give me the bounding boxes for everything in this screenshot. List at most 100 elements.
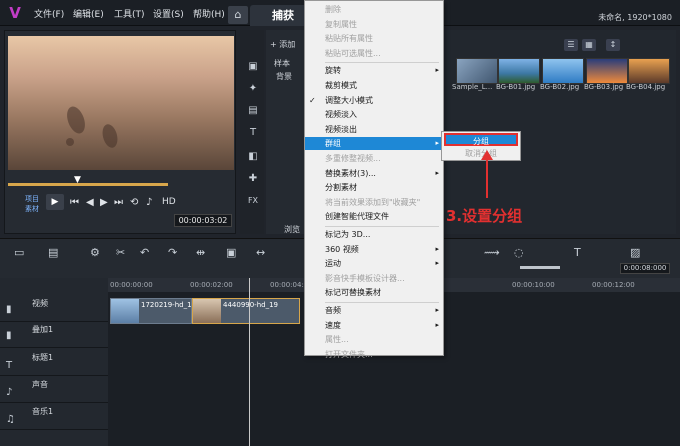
menu-settings[interactable]: 设置(S) bbox=[153, 7, 184, 20]
end-button[interactable]: ⏭ bbox=[114, 197, 123, 208]
track-voice[interactable]: ♪ 声音 bbox=[0, 377, 108, 403]
track-title[interactable]: T 标题1 bbox=[0, 350, 108, 376]
track-name: 标题1 bbox=[32, 353, 54, 362]
thumb-sample[interactable] bbox=[456, 58, 498, 84]
rotate-icon[interactable]: ◌ bbox=[514, 246, 524, 259]
zoom-slider[interactable] bbox=[520, 266, 560, 269]
title-track-icon: T bbox=[6, 360, 13, 371]
mode-clip[interactable]: 素材 bbox=[25, 204, 39, 214]
scrub-handle[interactable]: ▼ bbox=[74, 175, 81, 185]
submenu-arrow-icon: ▸ bbox=[435, 168, 439, 177]
timeline-view-icon[interactable]: ▤ bbox=[48, 246, 58, 259]
hd-button[interactable]: HD bbox=[162, 197, 176, 207]
submenu-group[interactable]: 分组 bbox=[444, 133, 518, 146]
timeline-timecode[interactable]: 0:00:08:000 bbox=[620, 263, 670, 274]
prev-frame-button[interactable]: ◀ bbox=[86, 197, 94, 208]
undo-icon[interactable]: ↶ bbox=[140, 246, 149, 259]
fx-icon[interactable]: FX bbox=[246, 194, 260, 208]
context-menu-item[interactable]: 运动 ▸ bbox=[305, 257, 443, 270]
thumb-bg-b02[interactable] bbox=[542, 58, 584, 84]
title-tool-icon[interactable]: T bbox=[574, 246, 581, 259]
title-icon[interactable]: T bbox=[246, 126, 260, 140]
context-menu-item[interactable]: 群组 ▸ bbox=[305, 137, 443, 151]
fit-icon[interactable]: ↔ bbox=[256, 246, 265, 259]
instant-project-icon[interactable]: ▤ bbox=[246, 104, 260, 118]
add-folder-label: 添加 bbox=[279, 40, 296, 49]
grid-view-icon[interactable]: ▦ bbox=[582, 39, 596, 51]
context-menu-item[interactable]: 影音快手模板设计器... bbox=[305, 272, 443, 285]
list-view-icon[interactable]: ☰ bbox=[564, 39, 578, 51]
sort-icon[interactable]: ↕ bbox=[606, 39, 620, 51]
context-menu-item[interactable]: 属性... bbox=[305, 333, 443, 346]
context-menu-item[interactable]: 创建智能代理文件 bbox=[305, 210, 443, 223]
menu-help[interactable]: 帮助(H) bbox=[193, 7, 225, 20]
storyboard-view-icon[interactable]: ▭ bbox=[14, 246, 24, 259]
context-menu-item[interactable]: 速度 ▸ bbox=[305, 319, 443, 332]
browse-button[interactable]: 浏览 bbox=[284, 224, 300, 235]
track-name: 视频 bbox=[32, 299, 48, 308]
context-menu-item[interactable]: 删除 bbox=[305, 3, 443, 16]
add-folder-button[interactable]: + 添加 bbox=[270, 39, 295, 50]
context-menu-item[interactable]: 将当前效果添加到"收藏夹" bbox=[305, 196, 443, 209]
context-menu-item[interactable]: 调整大小模式 ✓ bbox=[305, 94, 443, 107]
context-menu-item[interactable]: 标记可替换素材 bbox=[305, 286, 443, 299]
video-track-icon: ▮ bbox=[6, 304, 12, 315]
effect-icon[interactable]: ✚ bbox=[246, 172, 260, 186]
transition-icon[interactable]: ✦ bbox=[246, 82, 260, 96]
context-menu-item[interactable]: 分割素材 bbox=[305, 181, 443, 194]
submenu-arrow-icon: ▸ bbox=[435, 244, 439, 253]
context-menu-item[interactable]: 替换素材(3)... ▸ bbox=[305, 167, 443, 180]
menu-edit[interactable]: 编辑(E) bbox=[73, 7, 104, 20]
play-button[interactable]: ▶ bbox=[46, 194, 64, 210]
redo-icon[interactable]: ↷ bbox=[168, 246, 177, 259]
track-music[interactable]: ♫ 音乐1 bbox=[0, 404, 108, 430]
submenu-arrow-icon: ▸ bbox=[435, 306, 439, 314]
mask-icon[interactable]: ▨ bbox=[630, 246, 640, 259]
context-menu-item-label: 360 视频 bbox=[325, 244, 359, 254]
scissors-icon[interactable]: ✂ bbox=[116, 246, 125, 259]
context-menu-item[interactable]: 视频淡出 bbox=[305, 123, 443, 136]
mode-project[interactable]: 项目 bbox=[25, 194, 39, 204]
next-frame-button[interactable]: ▶ bbox=[100, 197, 108, 208]
context-menu-item[interactable]: 360 视频 ▸ bbox=[305, 243, 443, 256]
folder-background[interactable]: 背景 bbox=[276, 71, 292, 82]
thumb-bg-b03[interactable] bbox=[586, 58, 628, 84]
context-menu-item[interactable]: 多重修整视频... bbox=[305, 152, 443, 165]
toolbar-icon[interactable]: ⚙ bbox=[90, 246, 100, 259]
home-icon[interactable]: ⌂ bbox=[228, 6, 248, 24]
context-menu-item[interactable]: 复制属性 bbox=[305, 18, 443, 31]
track-video[interactable]: ▮ 视频 bbox=[0, 296, 108, 322]
clip-label: 4440990-hd_19 bbox=[223, 301, 278, 309]
motion-icon[interactable]: ⟿ bbox=[484, 246, 500, 259]
context-menu-item[interactable]: 标记为 3D... bbox=[305, 228, 443, 241]
repeat-icon[interactable]: ⟲ bbox=[130, 197, 138, 208]
clip-2[interactable]: 4440990-hd_19 bbox=[192, 298, 300, 324]
menu-tools[interactable]: 工具(T) bbox=[114, 7, 145, 20]
context-menu-item[interactable]: 旋转 ▸ bbox=[305, 64, 443, 77]
context-menu-item[interactable]: 裁剪模式 bbox=[305, 79, 443, 92]
folder-sample[interactable]: 样本 bbox=[274, 58, 290, 69]
context-menu-item[interactable]: 粘贴可选属性... bbox=[305, 47, 443, 60]
home-button[interactable]: ⏮ bbox=[70, 197, 79, 208]
trim-icon[interactable]: ⇹ bbox=[196, 246, 205, 259]
thumb-bg-b04[interactable] bbox=[628, 58, 670, 84]
menu-file[interactable]: 文件(F) bbox=[34, 7, 64, 20]
context-menu-item-label: 运动 bbox=[325, 259, 341, 269]
context-menu-item[interactable]: 粘贴所有属性 bbox=[305, 32, 443, 45]
track-overlay[interactable]: ▮ 叠加1 bbox=[0, 322, 108, 348]
context-menu-item[interactable]: 音频 ▸ bbox=[305, 304, 443, 317]
play-mode[interactable]: 项目 素材 bbox=[25, 194, 39, 214]
snapshot-icon[interactable]: ▣ bbox=[226, 246, 236, 259]
player-timecode[interactable]: 00:00:03:02 bbox=[174, 214, 232, 227]
thumb-bg-b01[interactable] bbox=[498, 58, 540, 84]
annotation-text: 3.设置分组 bbox=[446, 207, 523, 225]
scrub-bar[interactable] bbox=[8, 183, 168, 186]
media-icon[interactable]: ▣ bbox=[246, 60, 260, 74]
volume-icon[interactable]: ♪ bbox=[146, 197, 152, 208]
graphic-icon[interactable]: ◧ bbox=[246, 150, 260, 164]
context-menu-item[interactable]: 打开文件夹... bbox=[305, 348, 443, 361]
clip-1[interactable]: 1720219-hd_19 bbox=[110, 298, 192, 324]
thumb-label: BG-B03.jpg bbox=[584, 83, 624, 91]
playhead[interactable] bbox=[249, 278, 250, 446]
context-menu-item[interactable]: 视频淡入 bbox=[305, 108, 443, 121]
